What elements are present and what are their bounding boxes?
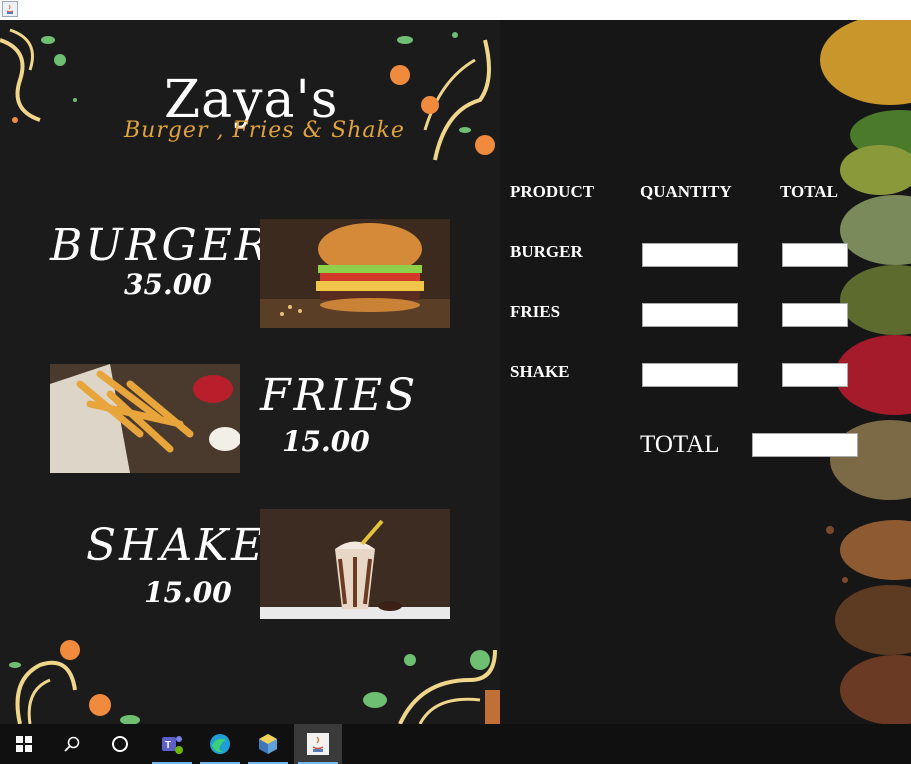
menu-board: Zaya's Burger , Fries & Shake BURGER 35.… <box>0 20 500 724</box>
cortana-icon[interactable] <box>96 724 144 764</box>
shake-total-field[interactable] <box>782 363 848 387</box>
row-label-fries: FRIES <box>510 302 561 321</box>
decor-doodle-bottom-right <box>363 649 500 724</box>
fries-photo <box>50 364 240 473</box>
burger-total-field[interactable] <box>782 243 848 267</box>
java-icon[interactable] <box>2 1 18 17</box>
burger-photo <box>260 219 450 328</box>
shake-photo <box>260 509 450 619</box>
decor-doodle-bottom-left <box>9 640 140 724</box>
order-panel: PRODUCT QUANTITY TOTAL BURGER FRIES SHAK… <box>500 20 911 724</box>
java-icon <box>307 733 329 755</box>
edge-icon[interactable] <box>196 724 244 764</box>
svg-text:T: T <box>165 740 171 751</box>
header-total: TOTAL <box>780 182 838 201</box>
header-quantity: QUANTITY <box>640 182 732 201</box>
decor-doodle-top-left <box>0 28 77 123</box>
header-product: PRODUCT <box>510 182 595 201</box>
teams-icon[interactable]: T <box>148 724 196 764</box>
shake-quantity-field[interactable] <box>642 363 738 387</box>
row-label-burger: BURGER <box>510 242 583 261</box>
search-icon[interactable] <box>48 724 96 764</box>
fries-total-field[interactable] <box>782 303 848 327</box>
menu-item-burger-name: BURGER <box>50 220 271 271</box>
taskbar: T <box>0 724 911 764</box>
window-title-bar <box>0 0 911 20</box>
menu-item-shake-name: SHAKE <box>86 520 267 571</box>
burger-quantity-field[interactable] <box>642 243 738 267</box>
netbeans-icon[interactable] <box>244 724 292 764</box>
menu-item-fries-name: FRIES <box>260 370 419 421</box>
menu-item-burger-price: 35.00 <box>124 268 212 301</box>
decor-doodle-top-right <box>390 32 495 161</box>
java-taskbar-button[interactable] <box>294 724 342 764</box>
grand-total-field[interactable] <box>752 433 858 457</box>
menu-item-shake-price: 15.00 <box>144 576 232 609</box>
row-label-shake: SHAKE <box>510 362 570 381</box>
menu-item-fries-price: 15.00 <box>282 425 370 458</box>
windows-start-icon[interactable] <box>0 724 48 764</box>
fries-quantity-field[interactable] <box>642 303 738 327</box>
grand-total-label: TOTAL <box>640 431 720 458</box>
brand-tagline: Burger , Fries & Shake <box>124 118 405 143</box>
